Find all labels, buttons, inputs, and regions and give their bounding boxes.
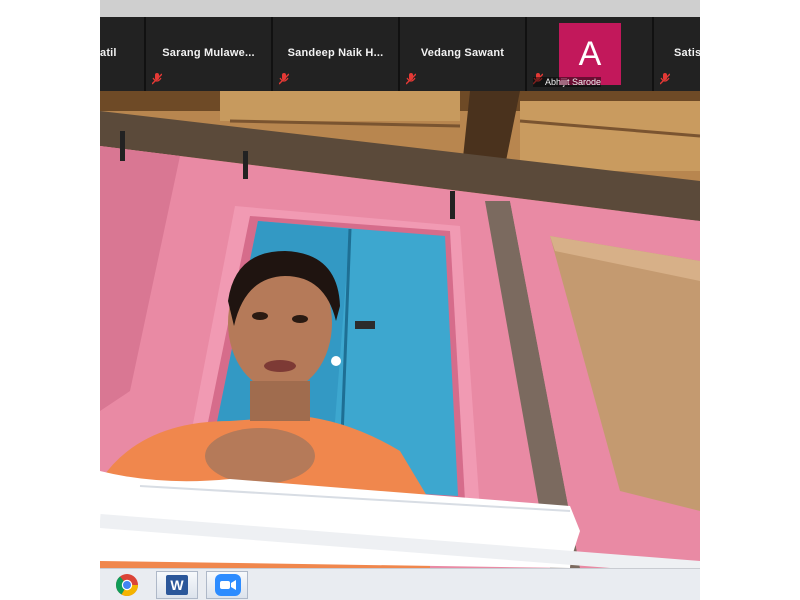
participant-name: Vedang Sawant [420, 47, 505, 59]
participant-tile[interactable]: Vedang Sawant [400, 17, 527, 91]
participant-tile[interactable]: Satis [654, 17, 700, 91]
screen: atil Sarang Mulawe... Sandeep Naik H... … [100, 0, 700, 600]
participant-strip: atil Sarang Mulawe... Sandeep Naik H... … [100, 17, 700, 91]
participant-tile[interactable]: Sandeep Naik H... [273, 17, 400, 91]
participant-name: Sandeep Naik H... [287, 47, 384, 59]
muted-mic-icon [279, 73, 289, 85]
participant-tile[interactable]: atil [100, 17, 146, 91]
participant-name: Abhijit Sarode [533, 77, 602, 87]
taskbar-zoom-button[interactable] [206, 571, 248, 599]
participant-avatar: A [559, 23, 621, 85]
participant-name: Satis [674, 47, 700, 59]
participant-tile[interactable]: A Abhijit Sarode [527, 17, 654, 91]
video-frame [100, 91, 700, 568]
participant-name: atil [100, 47, 117, 59]
windows-taskbar: W [100, 568, 700, 600]
window-top-edge [100, 0, 700, 17]
participant-tile[interactable]: Sarang Mulawe... [146, 17, 273, 91]
zoom-icon [215, 574, 241, 596]
word-icon-letter: W [170, 577, 184, 593]
participant-name: Sarang Mulawe... [162, 47, 255, 59]
chrome-icon [115, 574, 138, 596]
muted-mic-icon [660, 73, 670, 85]
muted-mic-icon [406, 73, 416, 85]
active-speaker-video [100, 91, 700, 568]
word-icon: W [166, 575, 188, 595]
taskbar-chrome-button[interactable] [106, 571, 148, 599]
muted-mic-icon [152, 73, 162, 85]
taskbar-word-button[interactable]: W [156, 571, 198, 599]
